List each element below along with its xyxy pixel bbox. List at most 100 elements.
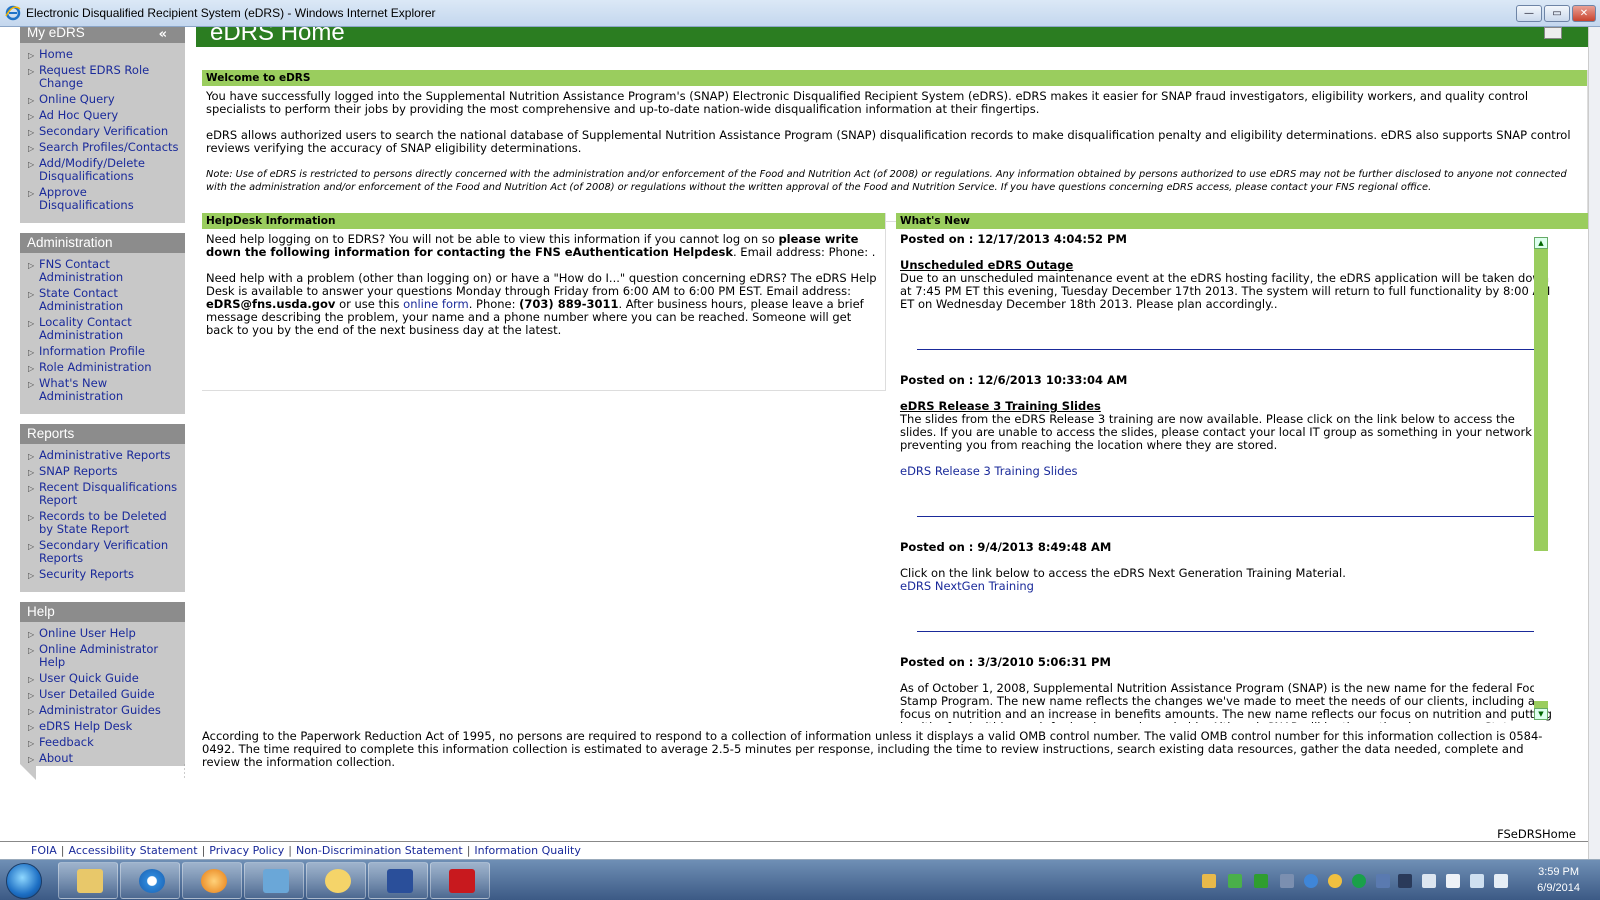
sidebar-item-label[interactable]: FNS Contact Administration (39, 257, 123, 284)
sidebar-item-label[interactable]: Information Profile (39, 344, 145, 358)
sidebar-item[interactable]: ▷ State Contact Administration (28, 287, 179, 313)
sidebar-item[interactable]: ▷ Online User Help (28, 627, 179, 640)
sidebar-item[interactable]: ▷ Security Reports (28, 568, 179, 581)
sidebar-item[interactable]: ▷ FNS Contact Administration (28, 258, 179, 284)
sidebar-item-label[interactable]: Ad Hoc Query (39, 108, 118, 122)
window-title: Electronic Disqualified Recipient System… (26, 6, 436, 20)
sidebar-item-label[interactable]: SNAP Reports (39, 464, 117, 478)
sidebar-item[interactable]: ▷ Search Profiles/Contacts (28, 141, 179, 154)
footer-link-information-quality[interactable]: Information Quality (474, 844, 580, 857)
footer-link-accessibility[interactable]: Accessibility Statement (68, 844, 197, 857)
sidebar-item-label[interactable]: Online Administrator Help (39, 642, 158, 669)
sidebar-item-label[interactable]: User Detailed Guide (39, 687, 155, 701)
page-scrollbar[interactable] (1588, 27, 1600, 859)
scroll-up-icon[interactable]: ▲ (1534, 237, 1548, 249)
sidebar-item[interactable]: ▷ Records to be Deleted by State Report (28, 510, 179, 536)
sidebar-item-label[interactable]: Online Query (39, 92, 115, 106)
sidebar-item[interactable]: ▷ Secondary Verification Reports (28, 539, 179, 565)
taskbar-app[interactable] (58, 862, 118, 899)
sidebar-item[interactable]: ▷ Role Administration (28, 361, 179, 374)
sidebar-item-label[interactable]: Secondary Verification (39, 124, 168, 138)
tray-volume-icon[interactable] (1494, 874, 1508, 888)
helpdesk-text: . Phone: (468, 297, 520, 311)
footer-link-privacy[interactable]: Privacy Policy (209, 844, 284, 857)
sidebar-item-label[interactable]: Administrative Reports (39, 448, 170, 462)
sidebar-item-label[interactable]: Secondary Verification Reports (39, 538, 168, 565)
sidebar-item-label[interactable]: Approve Disqualifications (39, 185, 134, 212)
taskbar-app[interactable] (120, 862, 180, 899)
sidebar-item[interactable]: ▷ Secondary Verification (28, 125, 179, 138)
sidebar-item-label[interactable]: User Quick Guide (39, 671, 139, 685)
sidebar-item-label[interactable]: Recent Disqualifications Report (39, 480, 177, 507)
welcome-panel: Welcome to eDRS You have successfully lo… (202, 70, 1588, 222)
news-divider (917, 516, 1547, 517)
sidebar-item[interactable]: ▷ Ad Hoc Query (28, 109, 179, 122)
sidebar-item[interactable]: ▷ User Quick Guide (28, 672, 179, 685)
sidebar-item[interactable]: ▷ What's New Administration (28, 377, 179, 403)
sidebar-item-label[interactable]: Home (39, 47, 73, 61)
sidebar-item[interactable]: ▷ Information Profile (28, 345, 179, 358)
sidebar-item[interactable]: ▷ Administrative Reports (28, 449, 179, 462)
sidebar-item-label[interactable]: Security Reports (39, 567, 134, 581)
taskbar-clock[interactable]: 3:59 PM 6/9/2014 (1537, 864, 1580, 896)
minimize-button[interactable]: — (1516, 5, 1542, 22)
sidebar-item[interactable]: ▷ Approve Disqualifications (28, 186, 179, 212)
taskbar-app[interactable] (306, 862, 366, 899)
close-button[interactable]: ✕ (1572, 5, 1596, 22)
tray-security-icon[interactable] (1254, 874, 1268, 888)
tray-people-icon[interactable] (1202, 874, 1216, 888)
sidebar-item-label[interactable]: About (39, 751, 73, 765)
taskbar-app[interactable] (244, 862, 304, 899)
sidebar-item-label[interactable]: Records to be Deleted by State Report (39, 509, 167, 536)
print-icon[interactable] (1544, 27, 1562, 39)
tray-outlook-icon[interactable] (1328, 874, 1342, 888)
sidebar-item[interactable]: ▷ eDRS Help Desk (28, 720, 179, 733)
tray-device-icon[interactable] (1280, 874, 1294, 888)
sidebar-item[interactable]: ▷ Recent Disqualifications Report (28, 481, 179, 507)
news-link[interactable]: eDRS Release 3 Training Slides (900, 465, 1552, 478)
sidebar-item-label[interactable]: Role Administration (39, 360, 152, 374)
tray-bluetooth-icon[interactable] (1376, 874, 1390, 888)
news-link[interactable]: eDRS NextGen Training (900, 580, 1552, 593)
sidebar-item-label[interactable]: Administrator Guides (39, 703, 161, 717)
sidebar-item-label[interactable]: Request EDRS Role Change (39, 63, 149, 90)
whats-new-scrollbar[interactable]: ▲ ▼ (1534, 237, 1548, 720)
tray-signal-icon[interactable] (1470, 874, 1484, 888)
sidebar-item-label[interactable]: Locality Contact Administration (39, 315, 132, 342)
sidebar-item[interactable]: ▷ Locality Contact Administration (28, 316, 179, 342)
taskbar-app[interactable] (430, 862, 490, 899)
maximize-button[interactable]: ▭ (1544, 5, 1570, 22)
scroll-down-icon[interactable]: ▼ (1534, 708, 1548, 720)
sidebar-item[interactable]: ▷ Administrator Guides (28, 704, 179, 717)
sidebar-item-label[interactable]: State Contact Administration (39, 286, 123, 313)
sidebar-item[interactable]: ▷ Home (28, 48, 179, 61)
collapse-sidebar-icon[interactable]: « (159, 27, 167, 42)
sidebar-item-label[interactable]: eDRS Help Desk (39, 719, 132, 733)
tray-shield-icon[interactable] (1228, 874, 1242, 888)
whats-new-scroll-area[interactable]: Posted on : 12/17/2013 4:04:52 PM Unsche… (896, 229, 1588, 724)
tray-flag-icon[interactable] (1422, 874, 1436, 888)
footer-link-foia[interactable]: FOIA (31, 844, 57, 857)
tray-update-icon[interactable] (1304, 874, 1318, 888)
taskbar-app[interactable] (182, 862, 242, 899)
sidebar-item-label[interactable]: Feedback (39, 735, 94, 749)
sidebar-item-label[interactable]: What's New Administration (39, 376, 123, 403)
footer-link-non-discrimination[interactable]: Non-Discrimination Statement (296, 844, 463, 857)
sidebar-item[interactable]: ▷ Add/Modify/Delete Disqualifications (28, 157, 179, 183)
sidebar-item[interactable]: ▷ Online Administrator Help (28, 643, 179, 669)
sidebar-item[interactable]: ▷ User Detailed Guide (28, 688, 179, 701)
sidebar-item-label[interactable]: Add/Modify/Delete Disqualifications (39, 156, 145, 183)
tray-network-icon[interactable] (1398, 874, 1412, 888)
tray-power-icon[interactable] (1446, 874, 1460, 888)
start-button[interactable] (6, 863, 42, 899)
sidebar-item[interactable]: ▷ SNAP Reports (28, 465, 179, 478)
taskbar-app[interactable] (368, 862, 428, 899)
sidebar-item[interactable]: ▷ Feedback (28, 736, 179, 749)
online-form-link[interactable]: online form (403, 297, 469, 311)
frame-edge (0, 27, 8, 859)
tray-sync-icon[interactable] (1352, 874, 1366, 888)
sidebar-item[interactable]: ▷ Request EDRS Role Change (28, 64, 179, 90)
sidebar-item[interactable]: ▷ Online Query (28, 93, 179, 106)
sidebar-item-label[interactable]: Online User Help (39, 626, 136, 640)
sidebar-item-label[interactable]: Search Profiles/Contacts (39, 140, 179, 154)
